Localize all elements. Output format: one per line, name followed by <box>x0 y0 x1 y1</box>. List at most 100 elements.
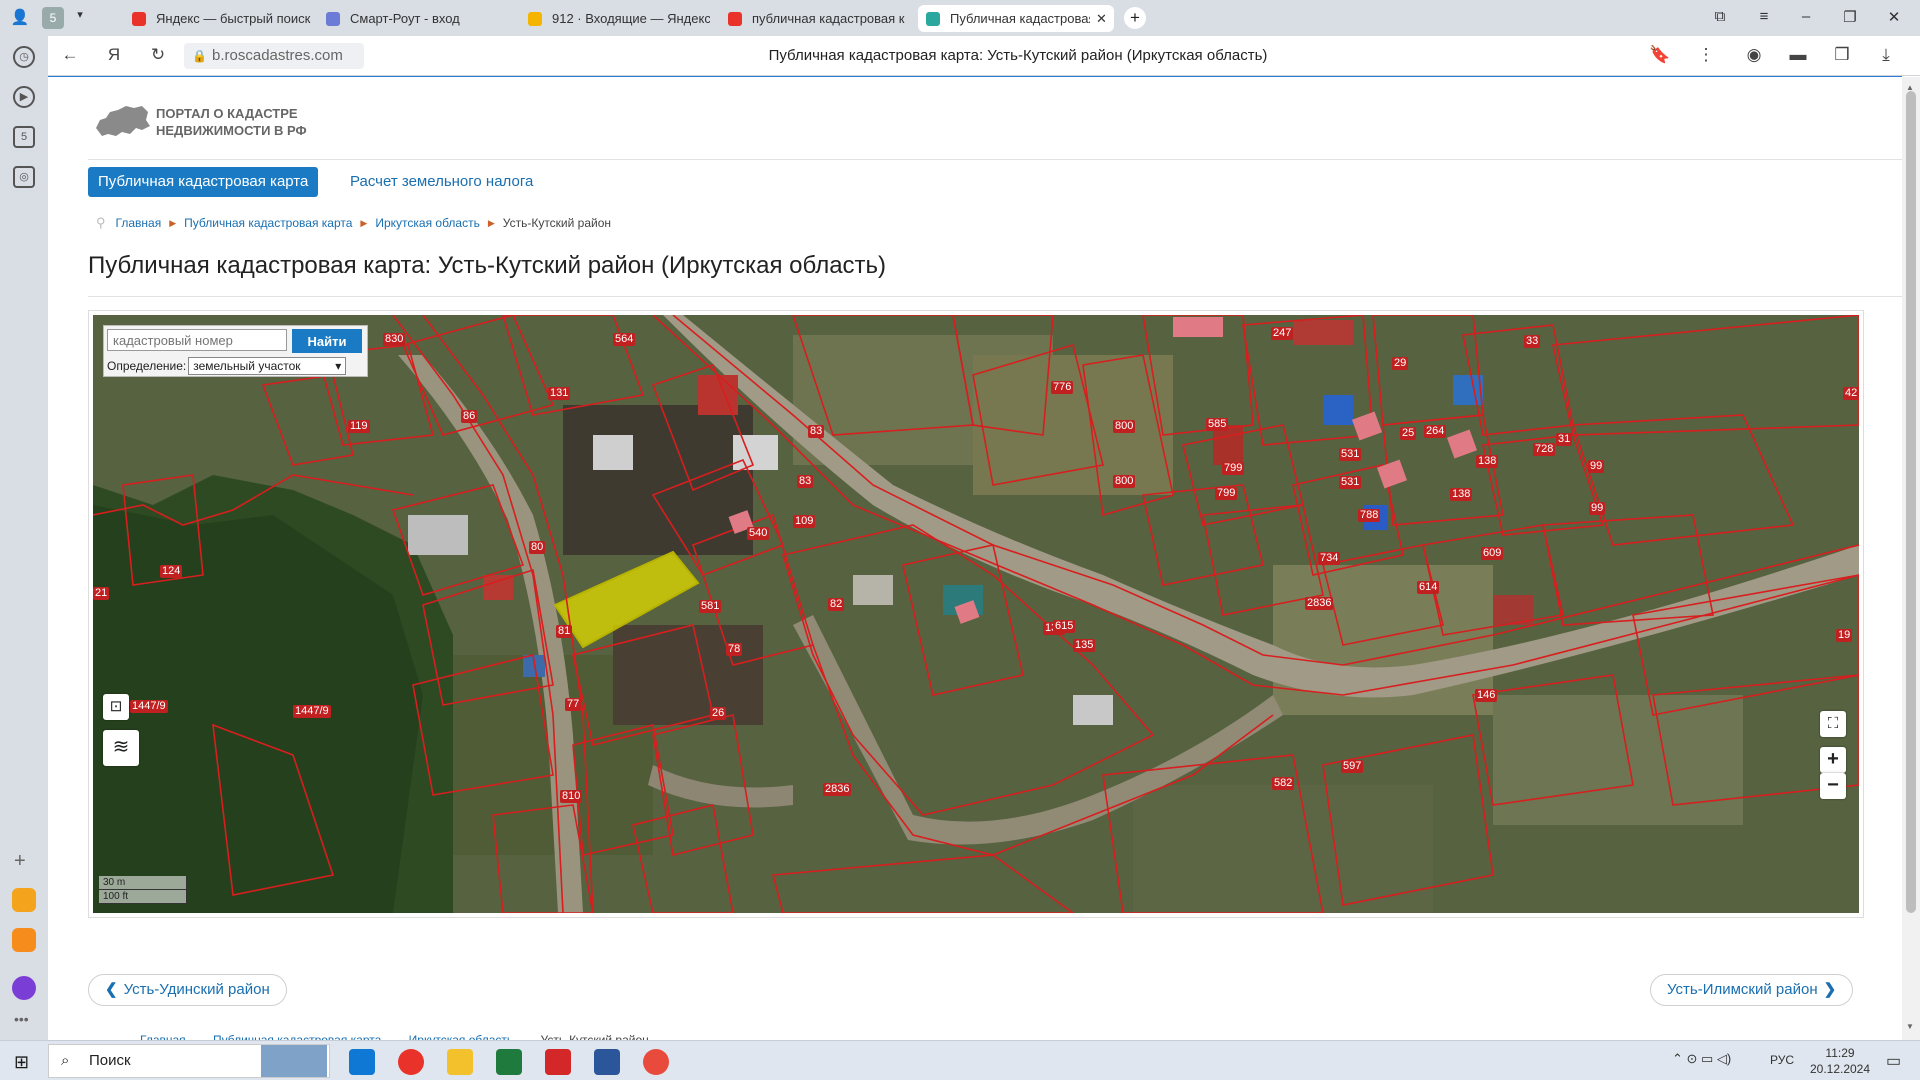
parcel-label[interactable]: 99 <box>1589 502 1606 515</box>
tab-smart-route[interactable]: Смарт-Роут - вход <box>318 5 508 32</box>
parcel-label[interactable]: 734 <box>1318 552 1341 565</box>
close-tab-icon[interactable]: ✕ <box>1096 11 1107 27</box>
taskbar-search[interactable]: ⌕ Поиск <box>48 1044 330 1078</box>
alice-icon[interactable] <box>12 976 36 1000</box>
parcel-label[interactable]: 135 <box>1073 639 1096 652</box>
clock[interactable]: 11:29 20.12.2024 <box>1800 1045 1880 1077</box>
parcel-label[interactable]: 138 <box>1450 488 1473 501</box>
app-c-icon[interactable] <box>643 1049 669 1075</box>
parcel-label[interactable]: 810 <box>560 790 583 803</box>
parcel-label[interactable]: 799 <box>1222 462 1245 475</box>
parcel-label[interactable]: 799 <box>1215 487 1238 500</box>
cadastral-number-input[interactable] <box>107 329 287 351</box>
history-icon[interactable]: ◷ <box>13 46 35 68</box>
cadastral-map[interactable]: 830 564 131 119 86 776 800 585 247 29 33 42 83 83 109 5… <box>93 315 1859 913</box>
file-explorer-icon[interactable] <box>447 1049 473 1075</box>
parcel-label[interactable]: 82 <box>828 598 845 611</box>
app-orange-icon[interactable] <box>12 888 36 912</box>
anydesk-icon[interactable] <box>545 1049 571 1075</box>
tray-icons[interactable]: ⌃ ⊙ ▭ ◁) <box>1672 1051 1731 1067</box>
profile-icon[interactable]: 👤 <box>8 8 32 26</box>
parcel-label[interactable]: 800 <box>1113 475 1136 488</box>
parcel-label[interactable]: 582 <box>1272 777 1295 790</box>
parcel-label[interactable]: 531 <box>1339 448 1362 461</box>
parcel-label[interactable]: 609 <box>1481 547 1504 560</box>
extension-icon[interactable]: ◉ <box>1742 45 1766 65</box>
tab-list-chevron-icon[interactable]: ▾ <box>68 8 92 21</box>
mail-app-icon[interactable] <box>12 928 36 952</box>
menu-icon[interactable]: ≡ <box>1752 8 1776 25</box>
parcel-label[interactable]: 25 <box>1400 427 1417 440</box>
hat-icon[interactable]: ▬ <box>1786 45 1810 65</box>
bookmarks-panel-icon[interactable]: ⧉ <box>1708 8 1732 25</box>
parcel-label[interactable]: 788 <box>1358 509 1381 522</box>
scrollbar-thumb[interactable] <box>1906 91 1916 913</box>
parcel-label[interactable]: 83 <box>808 425 825 438</box>
zoom-out-button[interactable]: − <box>1820 773 1846 799</box>
breadcrumb-home[interactable]: Главная <box>116 216 162 230</box>
parcel-label[interactable]: 2836 <box>1305 597 1334 610</box>
reload-icon[interactable]: ↻ <box>146 45 170 65</box>
five-icon[interactable]: 5 <box>13 126 35 148</box>
language-indicator[interactable]: РУС <box>1770 1053 1794 1067</box>
excel-icon[interactable] <box>496 1049 522 1075</box>
prev-district-link[interactable]: ❮ Усть-Удинский район <box>88 974 287 1006</box>
parcel-label[interactable]: 26 <box>710 707 727 720</box>
parcel-label[interactable]: 146 <box>1475 689 1498 702</box>
parcel-label[interactable]: 42 <box>1843 387 1859 400</box>
edge-icon[interactable] <box>349 1049 375 1075</box>
parcel-label[interactable]: 83 <box>797 475 814 488</box>
breadcrumb-region[interactable]: Иркутская область <box>375 216 480 230</box>
bottom-breadcrumb-region[interactable]: Иркутская область <box>409 1033 514 1040</box>
parcel-label[interactable]: 124 <box>160 565 183 578</box>
next-district-link[interactable]: Усть-Илимский район ❯ <box>1650 974 1854 1006</box>
parcel-label[interactable]: 247 <box>1271 327 1294 340</box>
collections-icon[interactable]: ❒ <box>1830 45 1854 65</box>
notifications-icon[interactable]: ▭ <box>1886 1051 1901 1071</box>
add-panel-icon[interactable]: + <box>14 850 26 873</box>
parcel-label[interactable]: 1447/9 <box>293 705 331 718</box>
tab-counter-badge[interactable]: 5 <box>42 7 64 29</box>
parcel-label[interactable]: 1447/9 <box>130 700 168 713</box>
parcel-label[interactable]: 80 <box>529 541 546 554</box>
parcel-label[interactable]: 615 <box>1053 620 1076 633</box>
parcel-label[interactable]: 2836 <box>823 783 852 796</box>
definition-select[interactable]: земельный участок ▾ <box>188 357 347 375</box>
yandex-home-icon[interactable]: Я <box>102 45 126 65</box>
parcel-label[interactable]: 21 <box>93 587 110 600</box>
word-icon[interactable] <box>594 1049 620 1075</box>
tab-cadastral-active[interactable]: Публичная кадастровая к ✕ <box>918 5 1114 32</box>
zoom-in-button[interactable]: + <box>1820 747 1846 773</box>
parcel-label[interactable]: 78 <box>726 643 743 656</box>
parcel-label[interactable]: 776 <box>1051 381 1074 394</box>
tab-cadastral-1[interactable]: публичная кадастровая к <box>720 5 910 32</box>
parcel-label[interactable]: 86 <box>461 410 478 423</box>
yandex-browser-icon[interactable] <box>398 1049 424 1075</box>
parcel-label[interactable]: 728 <box>1533 443 1556 456</box>
tab-mail[interactable]: 912 · Входящие — Яндекс <box>520 5 710 32</box>
scroll-down-icon[interactable]: ▼ <box>1906 1022 1914 1031</box>
nav-land-tax-calc[interactable]: Расчет земельного налога <box>340 167 543 197</box>
download-icon[interactable]: ⤓ <box>1874 45 1898 65</box>
bookmark-icon[interactable]: 🔖 <box>1648 45 1672 65</box>
close-window-icon[interactable]: ✕ <box>1882 8 1906 26</box>
fullscreen-icon[interactable]: ⛶ <box>1820 711 1846 737</box>
parcel-small[interactable] <box>1173 317 1223 337</box>
parcel-label[interactable]: 540 <box>747 527 770 540</box>
new-tab-icon[interactable]: + <box>1124 7 1146 29</box>
parcel-label[interactable]: 77 <box>565 698 582 711</box>
screenshot-icon[interactable]: ◎ <box>13 166 35 188</box>
minimize-icon[interactable]: – <box>1794 8 1818 25</box>
parcel-label[interactable]: 830 <box>383 333 406 346</box>
parcel-label[interactable]: 138 <box>1476 455 1499 468</box>
parcel-label[interactable]: 264 <box>1424 425 1447 438</box>
layers-icon[interactable]: ≋ <box>103 730 139 766</box>
parcel-label[interactable]: 29 <box>1392 357 1409 370</box>
parcel-label[interactable]: 581 <box>699 600 722 613</box>
search-button[interactable]: Найти <box>292 329 362 353</box>
parcel-label[interactable]: 119 <box>348 420 370 433</box>
back-icon[interactable]: ← <box>58 45 82 65</box>
vertical-scrollbar[interactable]: ▲ ▼ <box>1902 77 1920 1040</box>
bottom-breadcrumb-home[interactable]: Главная <box>140 1033 186 1040</box>
parcel-label[interactable]: 564 <box>613 333 636 346</box>
